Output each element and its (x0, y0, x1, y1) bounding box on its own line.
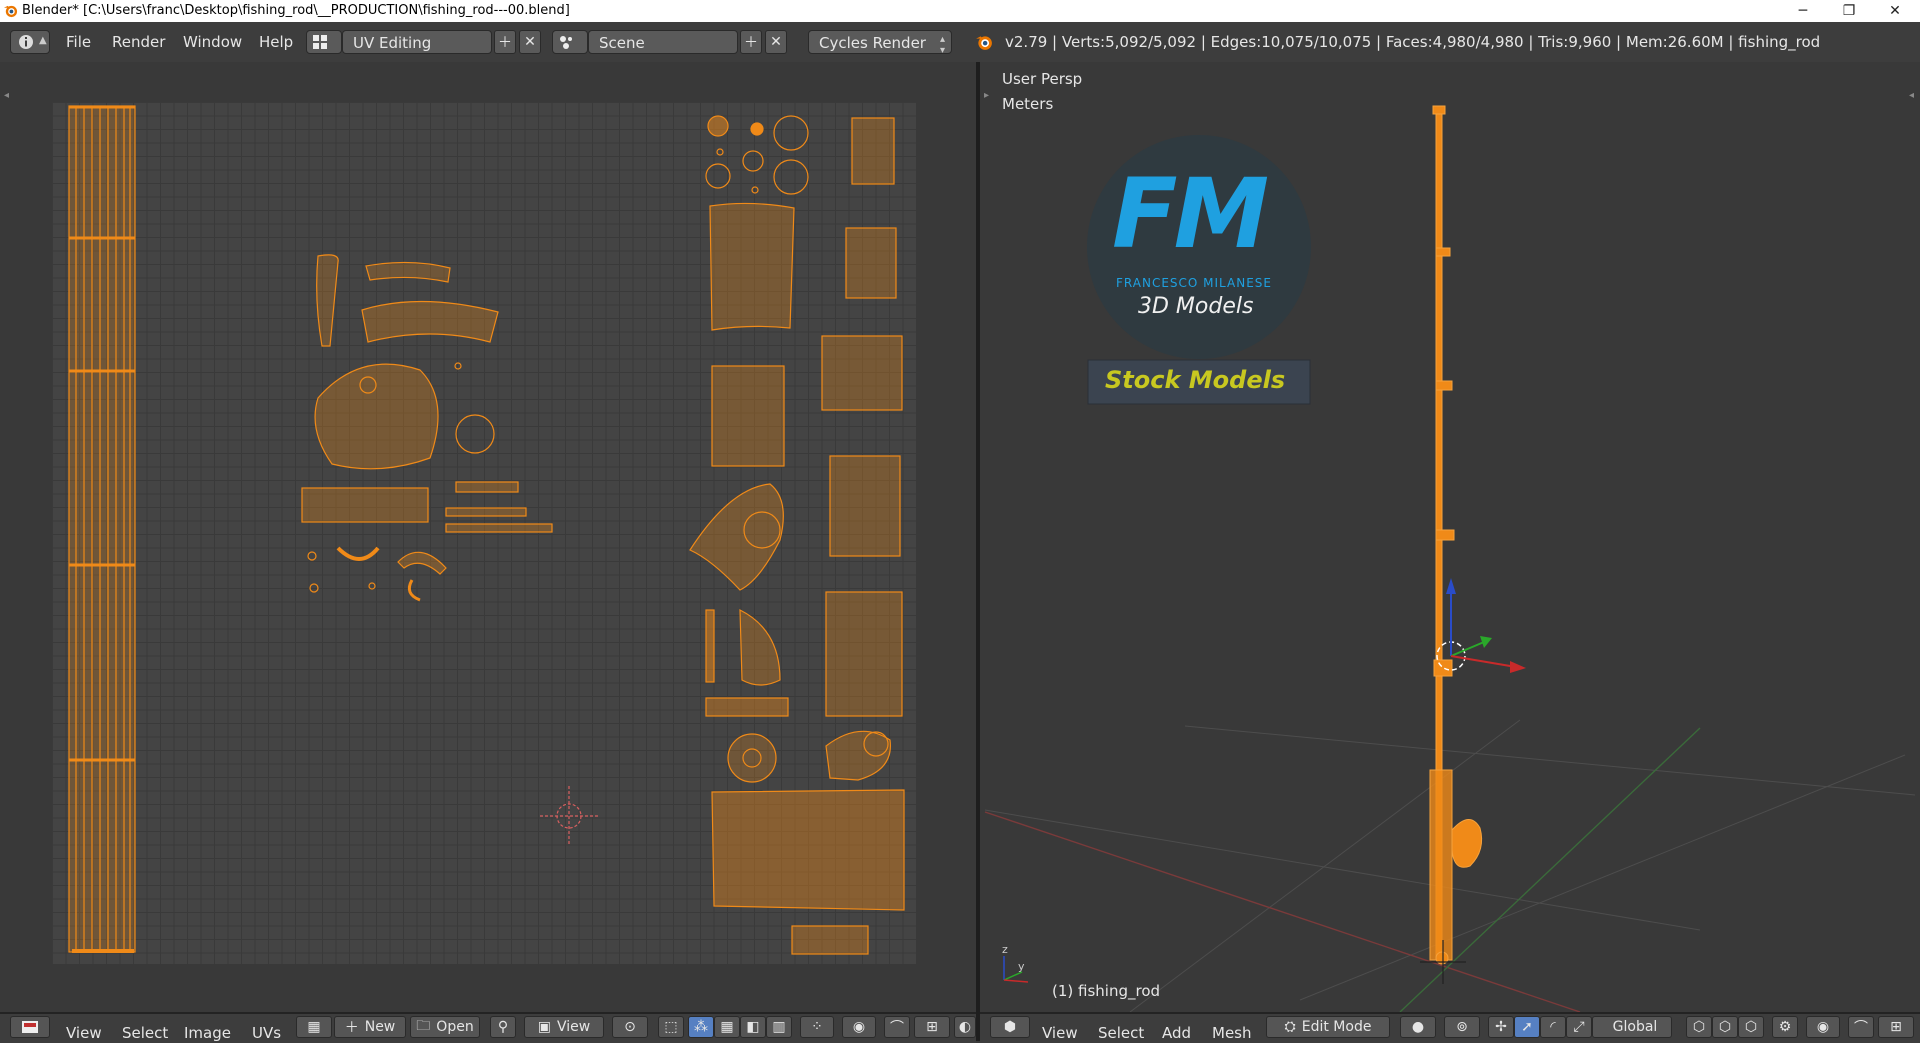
transform-gizmo[interactable] (1436, 578, 1526, 673)
face-select-icon: ◧ (746, 1019, 760, 1035)
scale-manipulator[interactable]: ⤢ (1566, 1016, 1592, 1038)
vertex-select-icon: ⬡ (1692, 1019, 1706, 1035)
logo-banner: Stock Models (1105, 366, 1286, 394)
proportional-icon: ◉ (852, 1019, 866, 1035)
vp-menu-add[interactable]: Add (1162, 1024, 1191, 1042)
open-image-button[interactable]: 🗀 Open (410, 1016, 480, 1038)
rotate-manipulator[interactable]: ◜ (1540, 1016, 1566, 1038)
magnet-icon: ⌒ (1854, 1020, 1868, 1036)
manipulator-icon: ✢ (1495, 1019, 1507, 1035)
edge-select-button[interactable]: ▦ (714, 1016, 740, 1038)
pivot-point-select[interactable]: ⊚ (1444, 1016, 1480, 1038)
vertex-select-mode-button[interactable]: ⬡ (1686, 1016, 1712, 1038)
3d-cursor[interactable] (1420, 940, 1466, 984)
shading-select[interactable]: ● (1400, 1016, 1436, 1038)
folder-icon: 🗀 (416, 1018, 431, 1034)
snap-button[interactable]: ⌒ (884, 1016, 910, 1038)
pivot-button[interactable]: ⊙ (612, 1016, 648, 1038)
sticky-select-button[interactable]: ⁘ (800, 1016, 834, 1038)
pin-icon: ⚲ (497, 1019, 509, 1035)
snap-element-button[interactable]: ⊞ (1878, 1016, 1914, 1038)
solid-sphere-icon: ● (1411, 1019, 1425, 1035)
uv-menu-select[interactable]: Select (122, 1024, 168, 1042)
interaction-mode-label: Edit Mode (1301, 1019, 1372, 1035)
axis-indicator-icon: z y (1002, 943, 1029, 983)
transform-orientation-label: Global (1612, 1019, 1658, 1035)
edge-select-icon: ⬡ (1718, 1019, 1732, 1035)
face-select-mode-button[interactable]: ⬡ (1738, 1016, 1764, 1038)
interaction-mode-select[interactable]: ⛭ Edit Mode (1266, 1016, 1390, 1038)
vp-menu-view[interactable]: View (1042, 1024, 1078, 1042)
uv-menu-uvs[interactable]: UVs (252, 1024, 281, 1042)
edge-select-icon: ▦ (720, 1019, 734, 1035)
view-mode-icon: ▣ (537, 1019, 551, 1035)
new-image-button[interactable]: ＋ New (334, 1016, 406, 1038)
cube-icon: ⬢ (1003, 1019, 1017, 1035)
vp-menu-mesh[interactable]: Mesh (1212, 1024, 1252, 1042)
fishing-rod-mesh (1429, 105, 1483, 965)
island-select-icon: ▥ (772, 1019, 786, 1035)
image-browse-button[interactable]: ▦ (296, 1016, 332, 1038)
face-select-icon: ⬡ (1744, 1019, 1758, 1035)
vp-menu-select[interactable]: Select (1098, 1024, 1144, 1042)
image-browse-icon: ▦ (307, 1019, 321, 1035)
arrow-icon: ➚ (1521, 1019, 1533, 1035)
limit-selection-button[interactable]: ⚙ (1772, 1016, 1798, 1038)
snap-element-icon: ⊞ (1890, 1019, 1902, 1035)
vertex-select-icon: ⁂ (694, 1019, 708, 1035)
snap-target-icon: ⊞ (926, 1019, 938, 1035)
view-mode-select[interactable]: ▣ View (524, 1016, 604, 1038)
pivot-icon: ⊙ (624, 1019, 636, 1035)
proportional-icon: ◉ (1816, 1019, 1830, 1035)
overlay-button[interactable]: ◐ (954, 1016, 976, 1038)
logo-name: FRANCESCO MILANESE (1116, 276, 1272, 290)
scale-icon: ⤢ (1573, 1019, 1585, 1035)
viewport-object-label: (1) fishing_rod (1052, 982, 1161, 1000)
new-image-label: New (364, 1019, 396, 1035)
edit-mode-icon: ⛭ (1284, 1019, 1296, 1035)
rotate-icon: ◜ (1550, 1019, 1556, 1035)
uv-menu-view[interactable]: View (66, 1024, 102, 1042)
limit-selection-icon: ⚙ (1778, 1019, 1792, 1035)
snap-target-button[interactable]: ⊞ (914, 1016, 950, 1038)
pivot-icon: ⊚ (1456, 1019, 1468, 1035)
view-mode-label: View (557, 1019, 591, 1035)
translate-manipulator[interactable]: ➚ (1514, 1016, 1540, 1038)
sync-selection-button[interactable]: ⬚ (658, 1016, 684, 1038)
snap-toggle-button[interactable]: ⌒ (1848, 1016, 1874, 1038)
edge-select-mode-button[interactable]: ⬡ (1712, 1016, 1738, 1038)
face-select-button[interactable]: ◧ (740, 1016, 766, 1038)
svg-text:y: y (1018, 960, 1025, 973)
magnet-icon: ⌒ (890, 1020, 904, 1036)
logo-letters: FM (1112, 158, 1269, 270)
vertex-select-button[interactable]: ⁂ (688, 1016, 714, 1038)
fm-logo: FM FRANCESCO MILANESE 3D Models Stock Mo… (1086, 134, 1312, 414)
open-image-label: Open (436, 1019, 474, 1035)
plus-icon: ＋ (344, 1020, 359, 1036)
manipulator-toggle[interactable]: ✢ (1488, 1016, 1514, 1038)
image-editor-icon (22, 1021, 38, 1033)
proportional-edit-button-3d[interactable]: ◉ (1806, 1016, 1840, 1038)
island-select-button[interactable]: ▥ (766, 1016, 792, 1038)
uv-menu-image[interactable]: Image (184, 1024, 231, 1042)
logo-tagline: 3D Models (1138, 294, 1254, 319)
viewport-scene-overlay: z y (984, 105, 1916, 1012)
cursor-icon: ⬚ (664, 1019, 678, 1035)
svg-text:z: z (1002, 943, 1008, 956)
viewport-editor-type-button[interactable]: ⬢ (990, 1016, 1030, 1038)
sticky-icon: ⁘ (811, 1019, 823, 1035)
pin-button[interactable]: ⚲ (490, 1016, 516, 1038)
proportional-edit-button[interactable]: ◉ (842, 1016, 876, 1038)
transform-orientation-select[interactable]: Global (1592, 1016, 1672, 1038)
uv-editor-type-button[interactable] (10, 1016, 50, 1038)
overlay-icon: ◐ (958, 1019, 972, 1035)
